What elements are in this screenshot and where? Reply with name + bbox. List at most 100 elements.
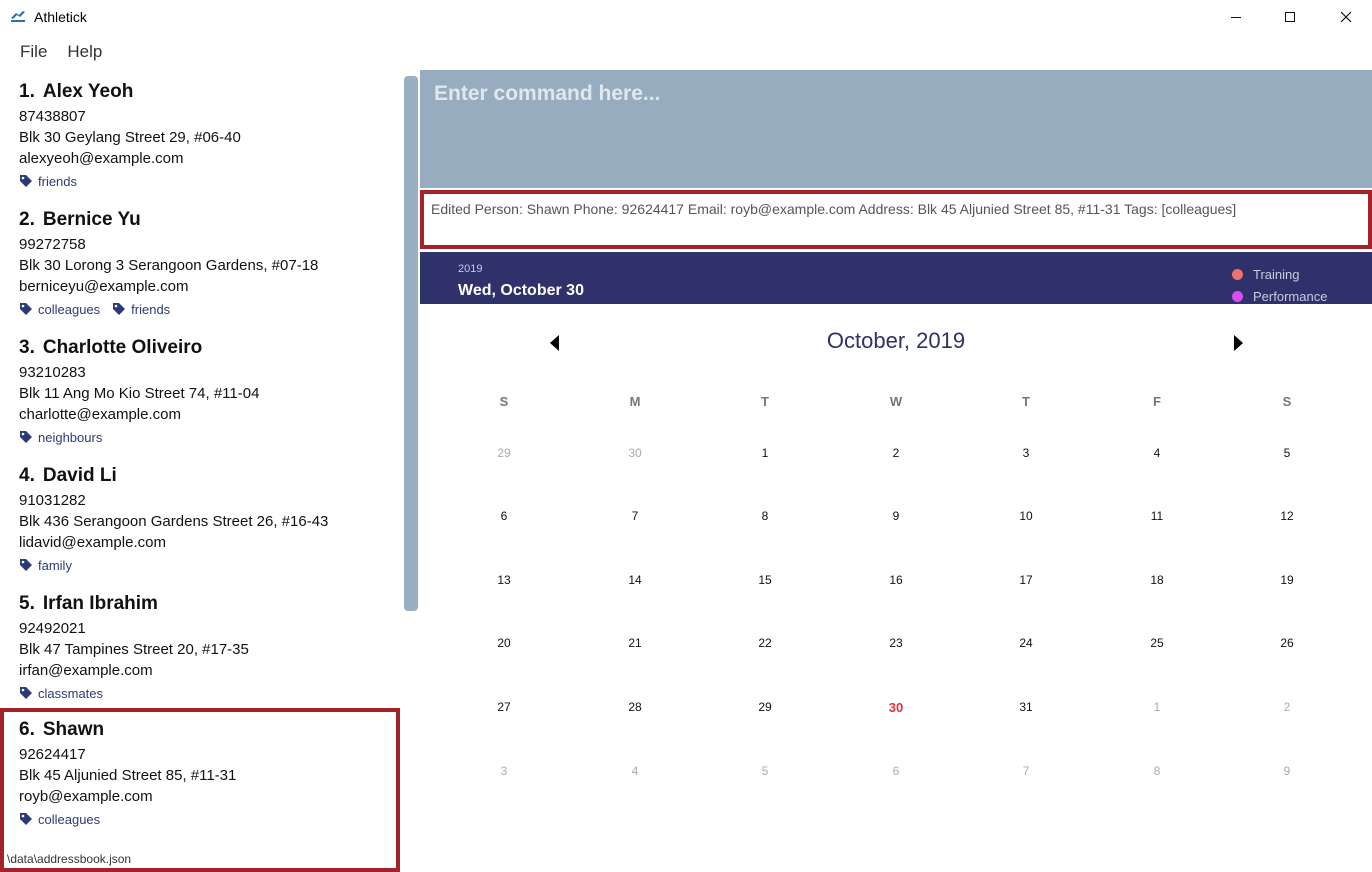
calendar-day[interactable]: 3 [1006,446,1046,460]
minimize-button[interactable] [1208,0,1264,34]
person-email: charlotte@example.com [19,406,181,423]
calendar-day[interactable]: 17 [1006,573,1046,587]
person-phone: 99272758 [19,236,86,253]
calendar-day[interactable]: 10 [1006,509,1046,523]
calendar-day[interactable]: 1 [745,446,785,460]
calendar-day[interactable]: 21 [615,636,655,650]
person-address: Blk 11 Ang Mo Kio Street 74, #11-04 [19,385,260,402]
command-input[interactable] [434,82,1334,106]
calendar-day[interactable]: 15 [745,573,785,587]
person-email: berniceyu@example.com [19,278,189,295]
calendar-day[interactable]: 20 [484,636,524,650]
tag-list: family [19,554,400,576]
calendar-day[interactable]: 31 [1006,700,1046,714]
person-phone: 87438807 [19,108,86,125]
calendar-day[interactable]: 11 [1137,509,1177,523]
tag-icon [20,175,32,187]
calendar-day[interactable]: 27 [484,700,524,714]
calendar-day[interactable]: 5 [1267,446,1307,460]
tag-icon [20,303,32,315]
calendar-day[interactable]: 6 [484,509,524,523]
person-index: 3. [19,337,35,358]
calendar-day[interactable]: 9 [1267,764,1307,778]
person-card[interactable]: 3. Charlotte Oliveiro 93210283 Blk 11 Ang… [0,326,400,454]
calendar-day[interactable]: 5 [745,764,785,778]
calendar-day[interactable]: 6 [876,764,916,778]
person-card[interactable]: 2. Bernice Yu 99272758 Blk 30 Lorong 3 Se… [0,198,400,326]
calendar-day[interactable]: 19 [1267,573,1307,587]
tag-list: neighbours [19,426,400,448]
person-name-text: David Li [42,465,117,486]
person-list-scrollbar[interactable] [404,76,418,611]
weekday-label: S [499,394,509,409]
calendar-day[interactable]: 3 [484,764,524,778]
close-button[interactable] [1318,0,1372,34]
calendar-day[interactable]: 9 [876,509,916,523]
calendar-day[interactable]: 14 [615,573,655,587]
tag-icon [20,559,32,571]
person-email: lidavid@example.com [19,534,166,551]
person-address: Blk 30 Lorong 3 Serangoon Gardens, #07-1… [19,257,319,274]
person-name: 3. Charlotte Oliveiro [19,336,400,360]
menu-file[interactable]: File [0,36,57,68]
tag-list: colleagues [19,808,396,830]
tag-list: classmates [19,682,400,704]
weekday-label: S [1282,394,1292,409]
calendar-selected-date: Wed, October 30 [458,282,584,299]
person-card[interactable]: 4. David Li 91031282 Blk 436 Serangoon Ga… [0,454,400,582]
person-name-text: Bernice Yu [42,209,141,230]
calendar-day[interactable]: 12 [1267,509,1307,523]
person-card[interactable]: 1. Alex Yeoh 87438807 Blk 30 Geylang Stre… [0,70,400,198]
calendar-header: 2019 Wed, October 30 Training Performanc… [420,252,1372,304]
calendar-day[interactable]: 8 [745,509,785,523]
calendar-day[interactable]: 29 [484,446,524,460]
person-index: 5. [19,593,35,614]
tag-label: classmates [38,685,104,701]
calendar-day[interactable]: 4 [1137,446,1177,460]
calendar-day[interactable]: 16 [876,573,916,587]
tag-label: family [38,557,72,573]
calendar-day[interactable]: 7 [615,509,655,523]
caret-right-icon[interactable] [1230,334,1246,352]
person-email: royb@example.com [19,788,153,805]
calendar-day-today[interactable]: 30 [876,700,916,715]
tag-label: friends [131,301,171,317]
tag: classmates [19,686,103,701]
tag-list: friends [19,170,400,192]
minimize-icon [1231,17,1241,18]
calendar-day[interactable]: 7 [1006,764,1046,778]
person-card-selected[interactable]: 6. Shawn 92624417 Blk 45 Aljunied Street … [0,708,400,872]
calendar-day[interactable]: 8 [1137,764,1177,778]
tag-list: colleagues friends [19,298,400,320]
window-title: Athletick [34,9,87,25]
calendar-day[interactable]: 13 [484,573,524,587]
person-name: 6. Shawn [19,718,396,742]
person-index: 6. [19,719,35,740]
person-name: 4. David Li [19,464,400,488]
result-text: Edited Person: Shawn Phone: 92624417 Ema… [431,201,1237,217]
tag: colleagues [19,812,100,827]
calendar-day[interactable]: 30 [615,446,655,460]
legend-label: Performance [1253,288,1328,304]
calendar-day[interactable]: 18 [1137,573,1177,587]
calendar-day[interactable]: 22 [745,636,785,650]
weekday-label: T [761,394,769,409]
calendar-day[interactable]: 23 [876,636,916,650]
person-address: Blk 45 Aljunied Street 85, #11-31 [19,767,237,784]
weekday-label: M [629,394,641,409]
maximize-button[interactable] [1262,0,1318,34]
calendar-day[interactable]: 2 [1267,700,1307,714]
close-icon [1340,11,1352,23]
calendar-day[interactable]: 24 [1006,636,1046,650]
calendar-day[interactable]: 1 [1137,700,1177,714]
tag-label: colleagues [38,811,101,827]
calendar-day[interactable]: 25 [1137,636,1177,650]
app-logo-icon [11,11,25,22]
calendar-day[interactable]: 2 [876,446,916,460]
calendar-day[interactable]: 26 [1267,636,1307,650]
calendar-day[interactable]: 28 [615,700,655,714]
calendar-day[interactable]: 4 [615,764,655,778]
person-card[interactable]: 5. Irfan Ibrahim 92492021 Blk 47 Tampines… [0,582,400,710]
calendar-day[interactable]: 29 [745,700,785,714]
menu-help[interactable]: Help [57,36,112,68]
